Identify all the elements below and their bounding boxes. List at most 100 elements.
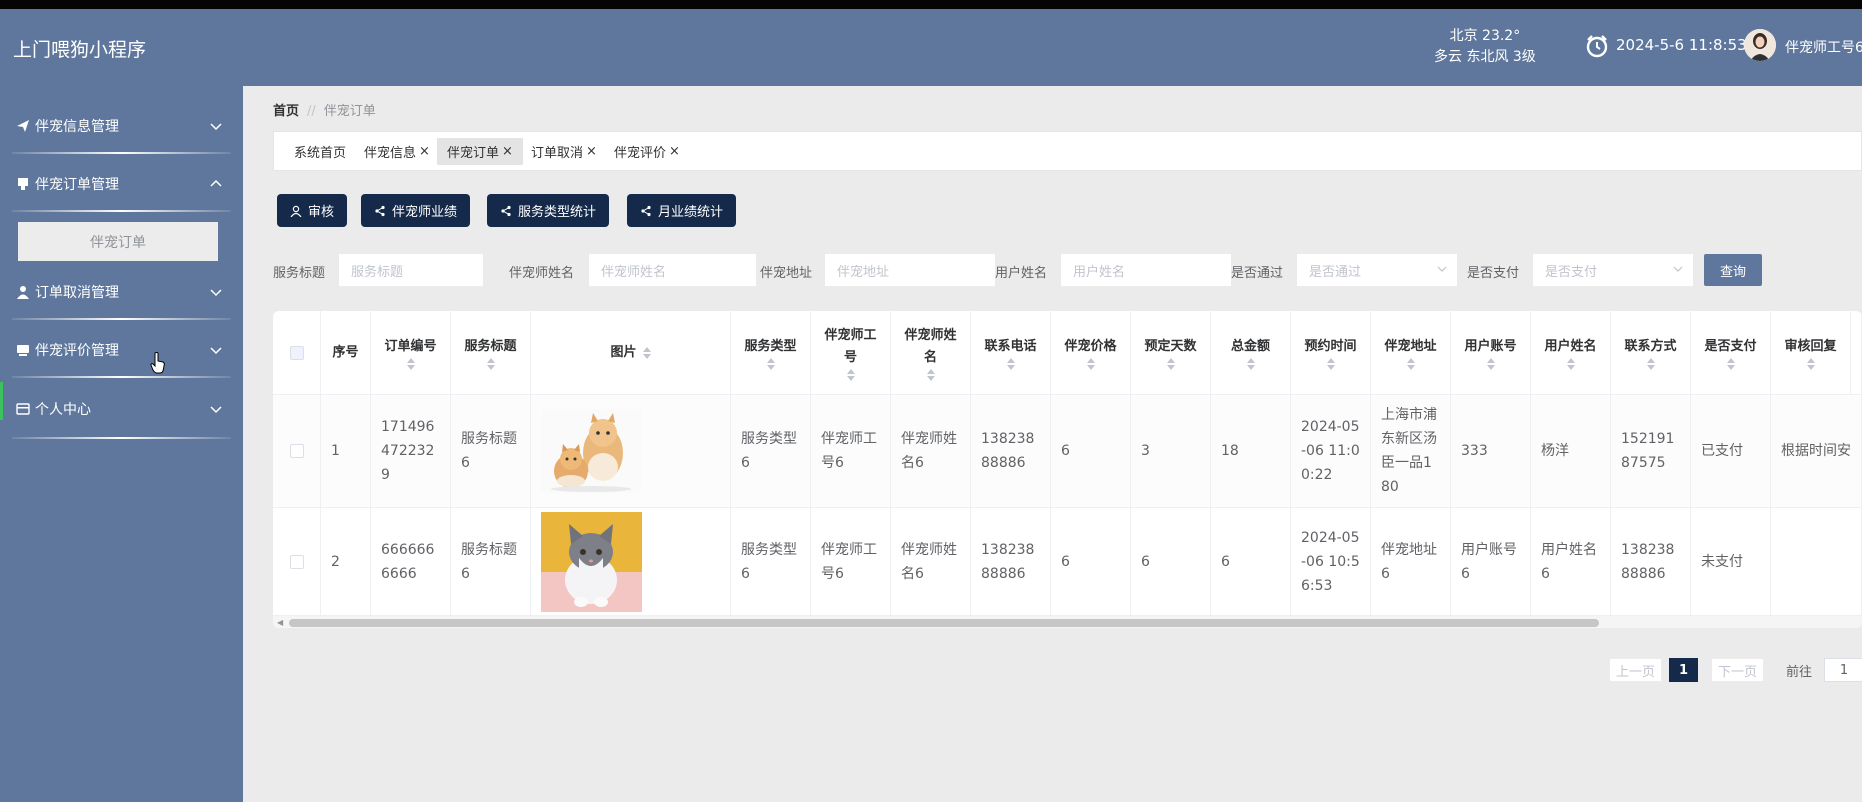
sidebar-item-label: 伴宠信息管理 (35, 119, 119, 135)
table-cell: 1714964722329 (371, 395, 451, 508)
table-cell: 6 (1211, 508, 1291, 616)
filter-label-sitter-name: 伴宠师姓名 (509, 266, 575, 281)
table-header[interactable]: 伴宠师姓名 (891, 311, 971, 395)
tab-pet-reviews[interactable]: 伴宠评价 × (604, 138, 690, 165)
table-cell: 杨洋 (1531, 395, 1611, 508)
table-cell: 用户账号6 (1451, 508, 1531, 616)
query-button[interactable]: 查询 (1704, 254, 1762, 286)
table-header[interactable]: 联系方式 (1611, 311, 1691, 395)
table-cell: 15219187575 (1611, 395, 1691, 508)
close-icon[interactable]: × (419, 144, 430, 159)
service-type-stats-button[interactable]: 服务类型统计 (487, 194, 610, 227)
sidebar-item-pet-reviews[interactable]: 伴宠评价管理 (16, 340, 119, 360)
kitten-photo[interactable] (541, 511, 642, 612)
tab-order-cancel[interactable]: 订单取消 × (521, 138, 607, 165)
sort-icon (1406, 357, 1415, 370)
chevron-up-icon[interactable] (209, 177, 223, 191)
button-label: 审核 (308, 205, 335, 220)
close-icon[interactable]: × (502, 144, 513, 159)
chevron-down-icon[interactable] (209, 119, 223, 133)
breadcrumb-home[interactable]: 首页 (273, 104, 299, 119)
approved-select[interactable]: 是否通过 (1297, 254, 1457, 286)
sort-icon (1086, 357, 1095, 370)
table-header (1851, 311, 1862, 395)
button-label: 服务类型统计 (518, 205, 597, 220)
avatar[interactable] (1744, 29, 1776, 61)
breadcrumb-separator: // (307, 104, 316, 119)
table-header[interactable]: 伴宠师工号 (811, 311, 891, 395)
cats-photo[interactable] (541, 409, 641, 493)
username[interactable]: 伴宠师工号6 (1785, 37, 1862, 57)
sort-icon (926, 368, 935, 381)
review-button[interactable]: 审核 (277, 194, 348, 227)
select-all-checkbox[interactable] (289, 345, 304, 360)
horizontal-scrollbar[interactable]: ◀ (273, 616, 1862, 628)
table-header[interactable]: 服务标题 (451, 311, 531, 395)
table-header[interactable]: 总金额 (1211, 311, 1291, 395)
filter-label-pet-address: 伴宠地址 (760, 266, 813, 281)
row-select[interactable] (273, 395, 321, 508)
clock-icon (1586, 35, 1608, 58)
row-checkbox[interactable] (289, 554, 304, 569)
scrollbar-thumb[interactable] (289, 619, 1599, 627)
close-icon[interactable]: × (586, 144, 597, 159)
table-header[interactable]: 图片 (531, 311, 731, 395)
table-header[interactable]: 伴宠价格 (1051, 311, 1131, 395)
share-icon (375, 205, 385, 216)
sort-icon (1646, 357, 1655, 370)
table-header[interactable]: 伴宠地址 (1371, 311, 1451, 395)
table-header[interactable]: 是否支付 (1691, 311, 1771, 395)
table-header[interactable]: 审核回复 (1771, 311, 1851, 395)
tab-pet-info[interactable]: 伴宠信息 × (354, 138, 440, 165)
sidebar-item-personal-center[interactable]: 个人中心 (16, 399, 91, 419)
prev-page-button[interactable]: 上一页 (1609, 658, 1663, 682)
close-icon[interactable]: × (669, 144, 680, 159)
table-header[interactable]: 用户姓名 (1531, 311, 1611, 395)
sidebar-item-pet-info[interactable]: 伴宠信息管理 (16, 116, 119, 136)
row-select[interactable] (273, 508, 321, 616)
datetime: 2024-5-6 11:8:53 (1616, 36, 1747, 54)
table-header[interactable]: 预约时间 (1291, 311, 1371, 395)
page-number-1[interactable]: 1 (1669, 658, 1698, 682)
main-content: 首页//伴宠订单 系统首页 伴宠信息 × 伴宠订单 × 订单取消 × 伴宠评价 × 审核… (243, 86, 1862, 802)
sidebar-item-order-cancel[interactable]: 订单取消管理 (16, 282, 119, 302)
scroll-left-icon[interactable]: ◀ (277, 618, 283, 627)
divider (12, 437, 231, 439)
divider (12, 152, 231, 154)
chevron-down-icon[interactable] (209, 402, 223, 416)
sitter-name-input[interactable]: 伴宠师姓名 (589, 254, 756, 286)
chevron-down-icon (1437, 266, 1447, 272)
sort-icon (766, 357, 775, 370)
paper-plane-icon (17, 120, 29, 132)
pet-address-input[interactable]: 伴宠地址 (825, 254, 995, 286)
chevron-down-icon[interactable] (209, 285, 223, 299)
table-cell: 已支付 (1691, 395, 1771, 508)
next-page-button[interactable]: 下一页 (1711, 658, 1765, 682)
goto-page-input[interactable]: 1 (1824, 658, 1862, 682)
sort-icon (1166, 357, 1175, 370)
row-checkbox[interactable] (289, 444, 304, 458)
service-title-input[interactable]: 服务标题 (339, 254, 483, 286)
sidebar-item-label: 订单取消管理 (35, 285, 119, 301)
user-name-input[interactable]: 用户姓名 (1061, 254, 1231, 286)
table-cell: 6 (1051, 508, 1131, 616)
tab-home[interactable]: 系统首页 (284, 138, 356, 165)
chevron-down-icon[interactable] (209, 343, 223, 357)
sidebar-item-pet-orders[interactable]: 伴宠订单管理 (16, 174, 119, 194)
table-cell: 2024-05-06 10:56:53 (1291, 508, 1371, 616)
monthly-stats-button[interactable]: 月业绩统计 (627, 194, 737, 227)
table-header[interactable]: 服务类型 (731, 311, 811, 395)
tab-pet-orders[interactable]: 伴宠订单 × (437, 138, 523, 165)
divider (12, 376, 231, 378)
sitter-performance-button[interactable]: 伴宠师业绩 (361, 194, 471, 227)
table-header[interactable]: 用户账号 (1451, 311, 1531, 395)
sidebar-subitem-pet-orders[interactable]: 伴宠订单 (18, 222, 218, 261)
table-header[interactable]: 订单编号 (371, 311, 451, 395)
header-select-all[interactable] (273, 311, 321, 395)
table-cell-image (531, 395, 731, 508)
chevron-down-icon (1673, 266, 1683, 272)
paid-select[interactable]: 是否支付 (1533, 254, 1693, 286)
table-header[interactable]: 预定天数 (1131, 311, 1211, 395)
table-header[interactable]: 联系电话 (971, 311, 1051, 395)
table-cell: 伴宠师姓名6 (891, 395, 971, 508)
